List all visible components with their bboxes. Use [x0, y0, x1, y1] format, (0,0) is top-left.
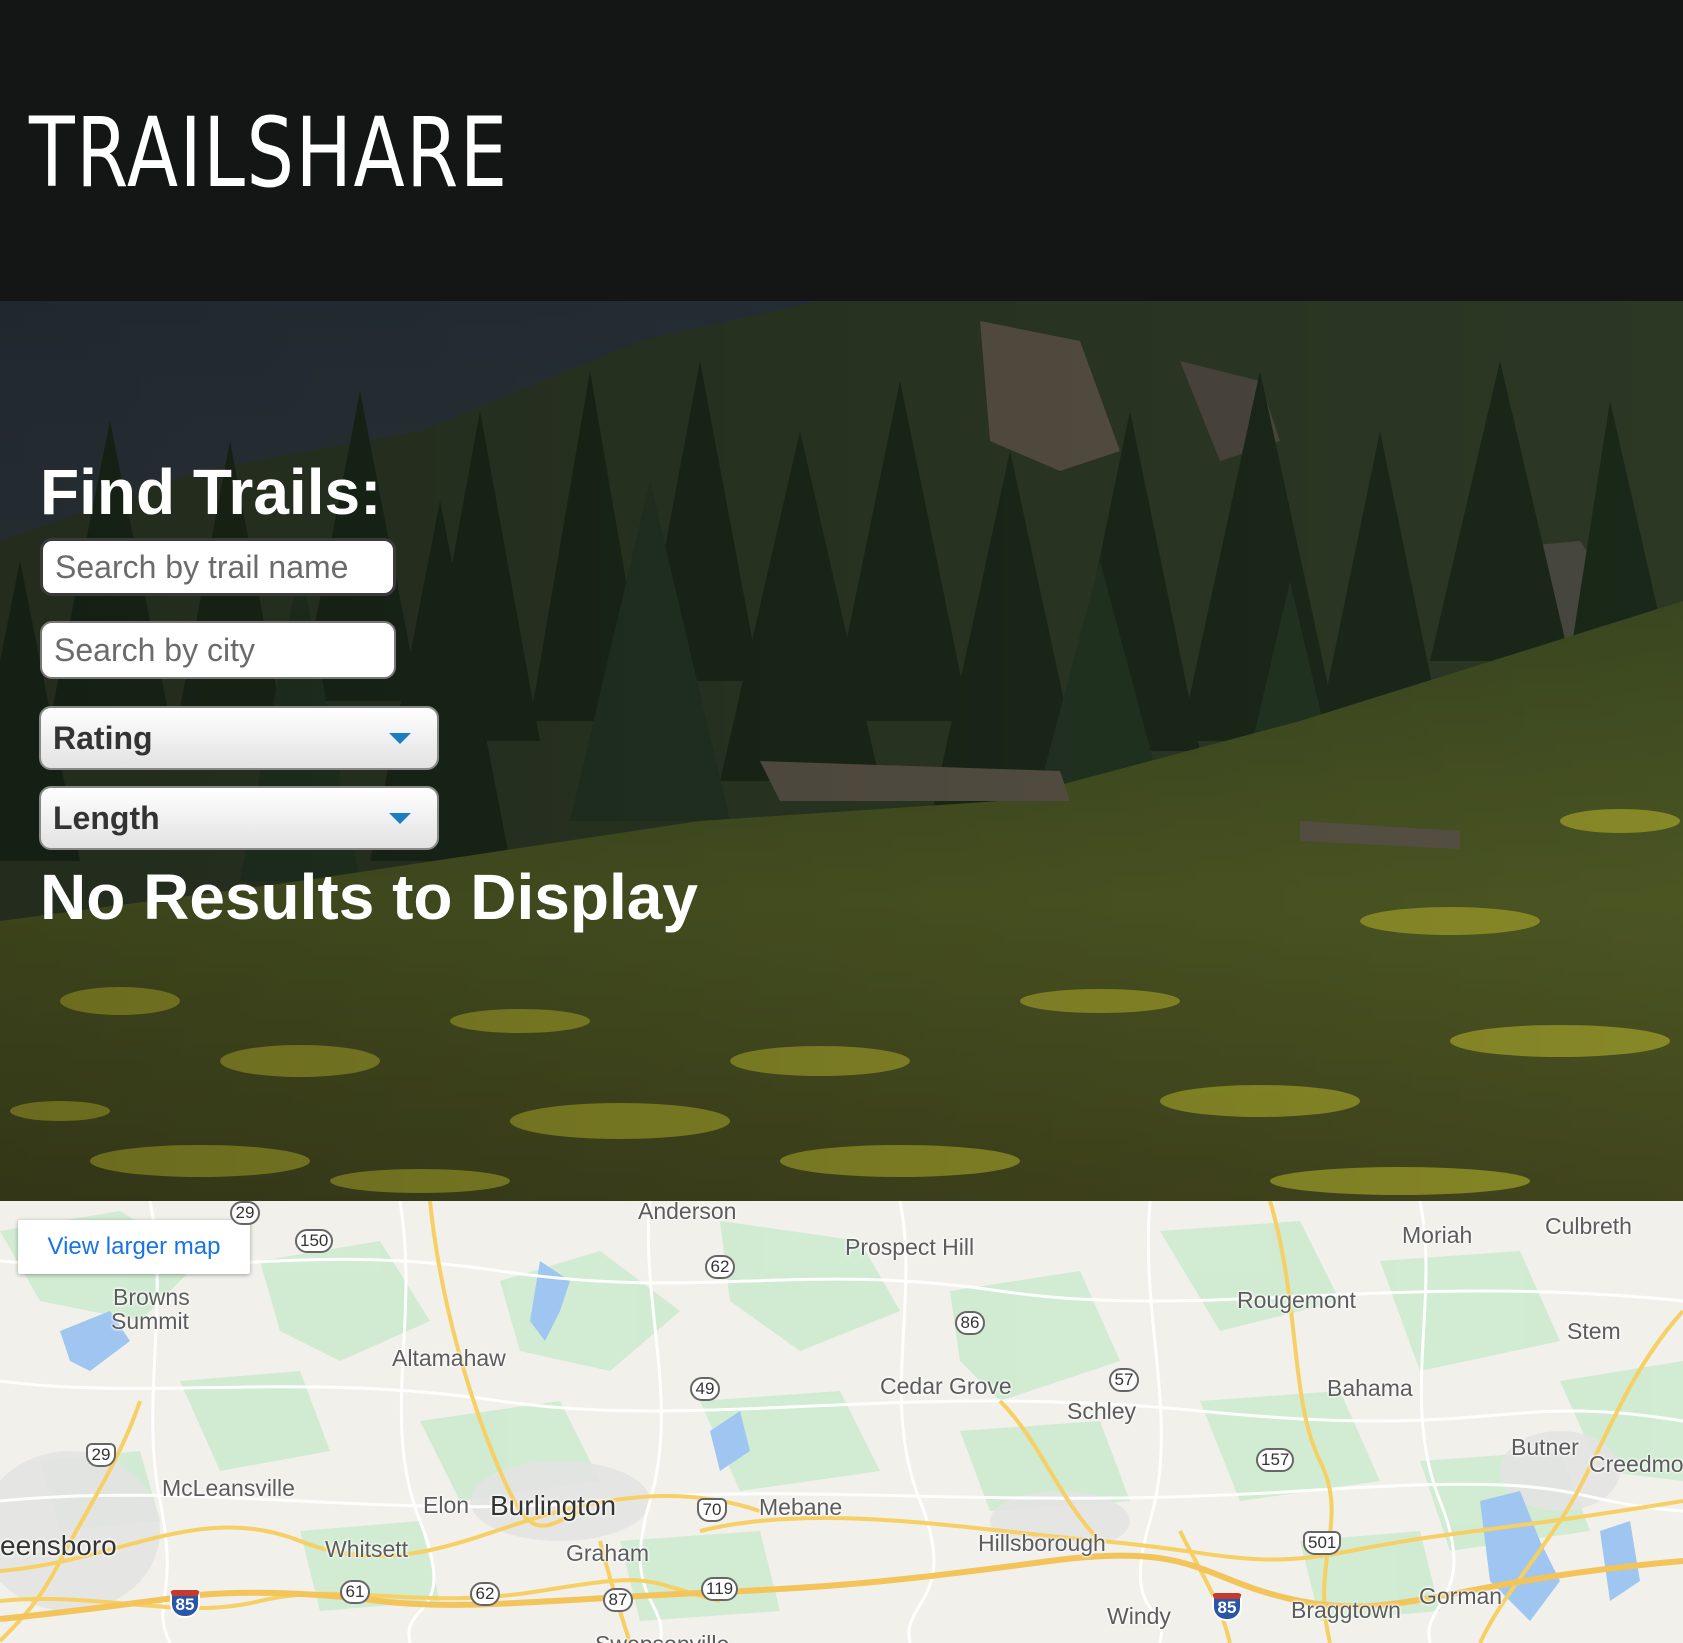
- map-place-label: Rougemont: [1237, 1287, 1356, 1313]
- map-place-label: Creedmo: [1589, 1451, 1683, 1477]
- map-place-label: Burlington: [490, 1490, 617, 1521]
- map-place-label: Stem: [1567, 1318, 1621, 1344]
- map-place-label: Butner: [1511, 1434, 1579, 1460]
- route-shield-icon: 29: [86, 1443, 116, 1467]
- rating-select-label: Rating: [53, 719, 153, 756]
- length-select-label: Length: [53, 799, 160, 836]
- route-shield-icon: 62: [470, 1582, 500, 1606]
- map-place-label: Cedar Grove: [880, 1373, 1012, 1399]
- map-roads: [0, 1201, 1683, 1643]
- map-place-label: Summit: [111, 1308, 189, 1334]
- map-place-label: Whitsett: [325, 1536, 409, 1562]
- interstate-shield-icon: 85: [1212, 1593, 1242, 1621]
- route-shield-icon: 157: [1256, 1448, 1295, 1472]
- route-shield-icon: 29: [230, 1201, 260, 1225]
- find-trails-heading: Find Trails:: [40, 456, 382, 528]
- route-shield-icon: 70: [697, 1498, 727, 1522]
- map-place-label: Culbreth: [1545, 1213, 1632, 1239]
- map-place-label: Anderson: [638, 1201, 737, 1224]
- map-place-label: McLeansville: [162, 1475, 295, 1501]
- route-shield-icon: 57: [1109, 1368, 1139, 1392]
- rating-select[interactable]: Rating: [39, 706, 439, 770]
- route-shield-icon: 49: [690, 1377, 720, 1401]
- chevron-down-icon: [389, 812, 411, 824]
- view-larger-map-link[interactable]: View larger map: [18, 1220, 250, 1274]
- map-place-label: Browns: [113, 1284, 190, 1310]
- chevron-down-icon: [389, 732, 411, 744]
- map-place-label: Moriah: [1402, 1222, 1473, 1248]
- map-place-label: Prospect Hill: [845, 1234, 975, 1260]
- length-select[interactable]: Length: [39, 786, 439, 850]
- embedded-map[interactable]: View larger map Anderson Prospect Hill M…: [0, 1201, 1683, 1643]
- map-place-label: Gorman: [1419, 1583, 1503, 1609]
- map-place-label: Elon: [423, 1492, 470, 1518]
- map-place-label: Altamahaw: [392, 1345, 506, 1371]
- map-place-label: Swepsonville: [595, 1632, 729, 1643]
- search-hero: Find Trails: Rating Length No Results to…: [0, 301, 1683, 1201]
- map-place-label: Bahama: [1327, 1375, 1413, 1401]
- map-place-label: Schley: [1067, 1398, 1137, 1424]
- map-place-label: eensboro: [0, 1530, 117, 1561]
- route-shield-icon: 86: [955, 1311, 985, 1335]
- map-place-label: Mebane: [759, 1494, 843, 1520]
- route-shield-icon: 62: [705, 1255, 735, 1279]
- route-shield-icon: 61: [340, 1580, 370, 1604]
- map-place-label: Graham: [566, 1540, 650, 1566]
- map-place-label: Hillsborough: [978, 1530, 1106, 1556]
- route-shield-icon: 87: [603, 1588, 633, 1612]
- city-search-input[interactable]: [40, 621, 396, 679]
- map-place-label: Braggtown: [1291, 1597, 1401, 1623]
- route-shield-icon: 501: [1303, 1531, 1342, 1555]
- search-panel: Find Trails: Rating Length No Results to…: [0, 301, 1683, 1201]
- map-place-label: Windy: [1107, 1603, 1171, 1629]
- site-header: TRAILSHARE: [0, 0, 1683, 301]
- route-shield-icon: 119: [701, 1577, 739, 1601]
- route-shield-icon: 150: [295, 1229, 334, 1253]
- results-message: No Results to Display: [40, 861, 698, 933]
- site-logo[interactable]: TRAILSHARE: [29, 98, 509, 208]
- trail-name-search-input[interactable]: [40, 538, 396, 596]
- interstate-shield-icon: 85: [170, 1590, 200, 1618]
